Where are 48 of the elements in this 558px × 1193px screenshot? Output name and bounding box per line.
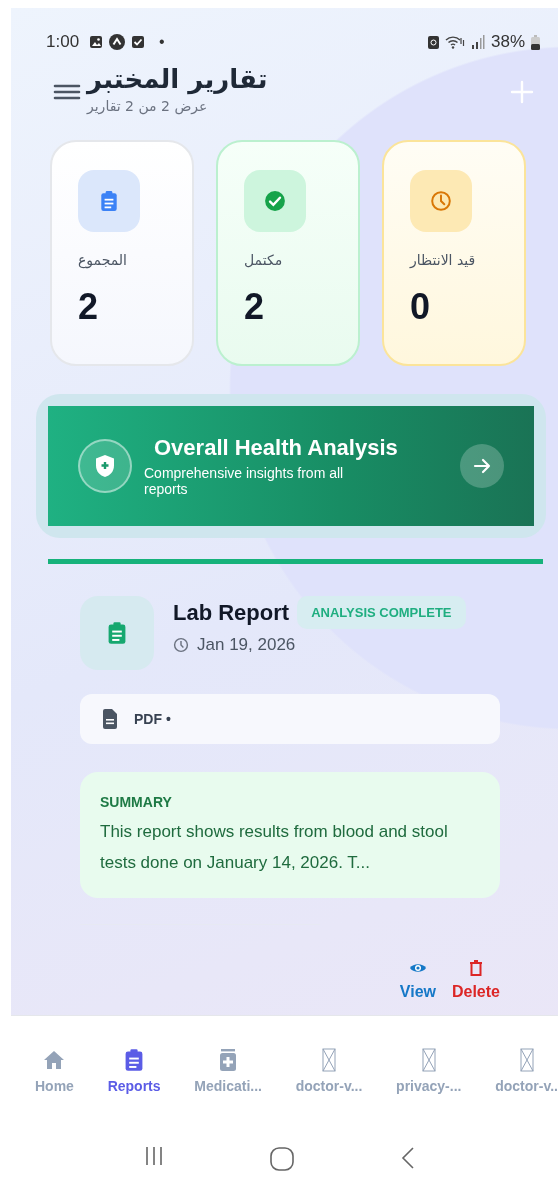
banner-title: Overall Health Analysis: [153, 435, 399, 461]
status-time: 1:00: [46, 32, 80, 52]
stat-value: 2: [78, 286, 100, 328]
document-icon: [102, 709, 118, 729]
recent-apps-icon[interactable]: [143, 1146, 164, 1166]
checkbox-icon: [131, 35, 146, 49]
wifi-icon: [444, 35, 465, 49]
delete-button[interactable]: Delete: [451, 959, 500, 1001]
status-badge: ANALYSIS COMPLETE: [297, 596, 466, 629]
report-title: Lab Report: [173, 599, 290, 626]
back-icon[interactable]: [399, 1146, 416, 1170]
menu-icon[interactable]: [53, 82, 81, 102]
nav-tab[interactable]: doctor-v..: [495, 1048, 558, 1118]
banner-subtitle: Comprehensive insights from all reports: [144, 465, 345, 497]
clock-icon: [430, 190, 452, 212]
nav-tab[interactable]: Reports: [107, 1048, 161, 1118]
summary-label: SUMMARY: [100, 794, 173, 810]
summary-text: This report shows results from blood and stool tests done on January 14, 2026. T...: [100, 821, 449, 874]
stat-label: مكتمل: [244, 252, 284, 268]
clock-icon: [173, 637, 189, 653]
nav-tab[interactable]: Home: [35, 1048, 74, 1118]
signal-icon: [470, 35, 485, 49]
page-title: تقارير المختبر: [87, 63, 268, 96]
nav-tab[interactable]: privacy-...: [396, 1048, 462, 1118]
image-icon: [89, 35, 104, 49]
battery-saver-icon: [427, 35, 439, 49]
stat-value: 0: [410, 286, 432, 328]
stat-label: المجموع: [78, 252, 128, 268]
battery-icon: [531, 34, 540, 50]
caret-circle-icon: [109, 34, 126, 50]
view-button[interactable]: View: [399, 959, 436, 1001]
file-type: PDF •: [134, 711, 171, 727]
nav-tab[interactable]: doctor-v...: [295, 1048, 363, 1118]
arrow-right-icon: [472, 456, 492, 476]
report-date: Jan 19, 2026: [197, 635, 296, 655]
status-dot: •: [159, 33, 165, 51]
nav-tab[interactable]: Medicati...: [194, 1048, 262, 1118]
arrow-button[interactable]: [460, 444, 504, 488]
health-analysis-banner[interactable]: Overall Health Analysis Comprehensive insights from all reports: [48, 406, 534, 526]
stat-value: 2: [244, 286, 266, 328]
home-button-icon[interactable]: [268, 1146, 295, 1172]
battery-level: 38%: [490, 32, 525, 52]
stat-label: قيد الانتظار: [410, 252, 477, 268]
check-circle-icon: [264, 190, 286, 212]
page-subtitle: عرض 2 من 2 تقارير: [87, 97, 209, 116]
trash-icon: [467, 959, 485, 977]
clipboard-icon: [98, 190, 120, 212]
shield-plus-icon: [94, 454, 116, 478]
